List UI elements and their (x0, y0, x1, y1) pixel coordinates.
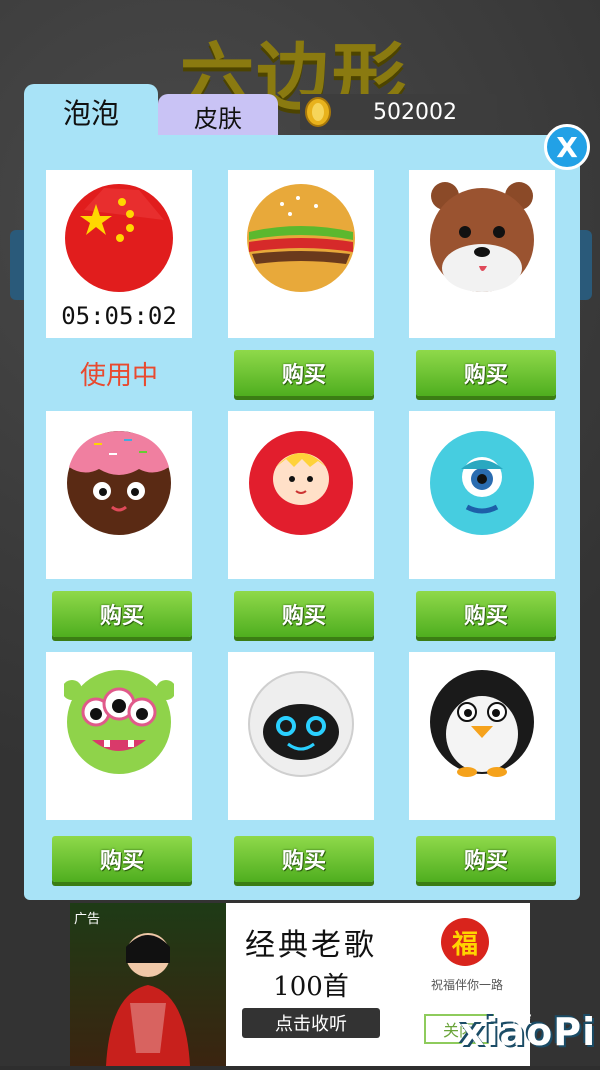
buy-button-penguin[interactable]: 购买 (416, 836, 556, 882)
skin-timer: 05:05:02 (61, 302, 177, 330)
donut-ball-icon (67, 431, 171, 535)
buy-button-donut[interactable]: 购买 (52, 591, 192, 637)
skin-card-green-monster[interactable] (46, 652, 192, 820)
buy-button-cyclops[interactable]: 购买 (416, 591, 556, 637)
tab-skins[interactable]: 皮肤 (158, 94, 278, 138)
penguin-ball-icon (430, 670, 534, 777)
ad-blessing: 祝福伴你一路 (430, 978, 503, 992)
in-use-status: 使用中 (79, 361, 158, 391)
buy-button-hamburger[interactable]: 购买 (234, 350, 374, 396)
skin-card-cyclops[interactable] (409, 411, 555, 579)
ad-title: 经典老歌 (245, 928, 377, 963)
ad-listen-button[interactable]: 点击收听 (242, 1008, 380, 1038)
buy-button-green-monster[interactable]: 购买 (52, 836, 192, 882)
green-monster-ball-icon (64, 670, 174, 774)
coin-balance: 502002 (373, 99, 457, 125)
buy-button-robot[interactable]: 购买 (234, 836, 374, 882)
buy-button-red-hood[interactable]: 购买 (234, 591, 374, 637)
red-hood-ball-icon (249, 431, 353, 535)
ad-photo (70, 903, 226, 1066)
fu-icon: 福 (441, 918, 489, 966)
coin-icon (302, 94, 334, 130)
tab-bubbles[interactable]: 泡泡 (24, 84, 158, 140)
skin-card-robot[interactable] (228, 652, 374, 820)
skin-card-hamburger[interactable] (228, 170, 374, 338)
skin-card-donut[interactable] (46, 411, 192, 579)
robot-ball-icon (248, 671, 354, 777)
hamburger-ball-icon (247, 184, 355, 292)
cyclops-ball-icon (430, 431, 534, 535)
close-button[interactable]: X (544, 124, 590, 170)
ad-tag: 广告 (74, 912, 101, 927)
china-flag-ball-icon (65, 184, 173, 292)
watermark-small: 小皮 (508, 1012, 533, 1026)
bear-ball-icon (430, 182, 534, 292)
skin-card-penguin[interactable] (409, 652, 555, 820)
skin-card-red-hood[interactable] (228, 411, 374, 579)
skin-card-bear[interactable] (409, 170, 555, 338)
ad-subtitle: 100首 (273, 972, 349, 1002)
skin-card-china-flag[interactable]: 05:05:02 (46, 170, 192, 338)
buy-button-bear[interactable]: 购买 (416, 350, 556, 396)
